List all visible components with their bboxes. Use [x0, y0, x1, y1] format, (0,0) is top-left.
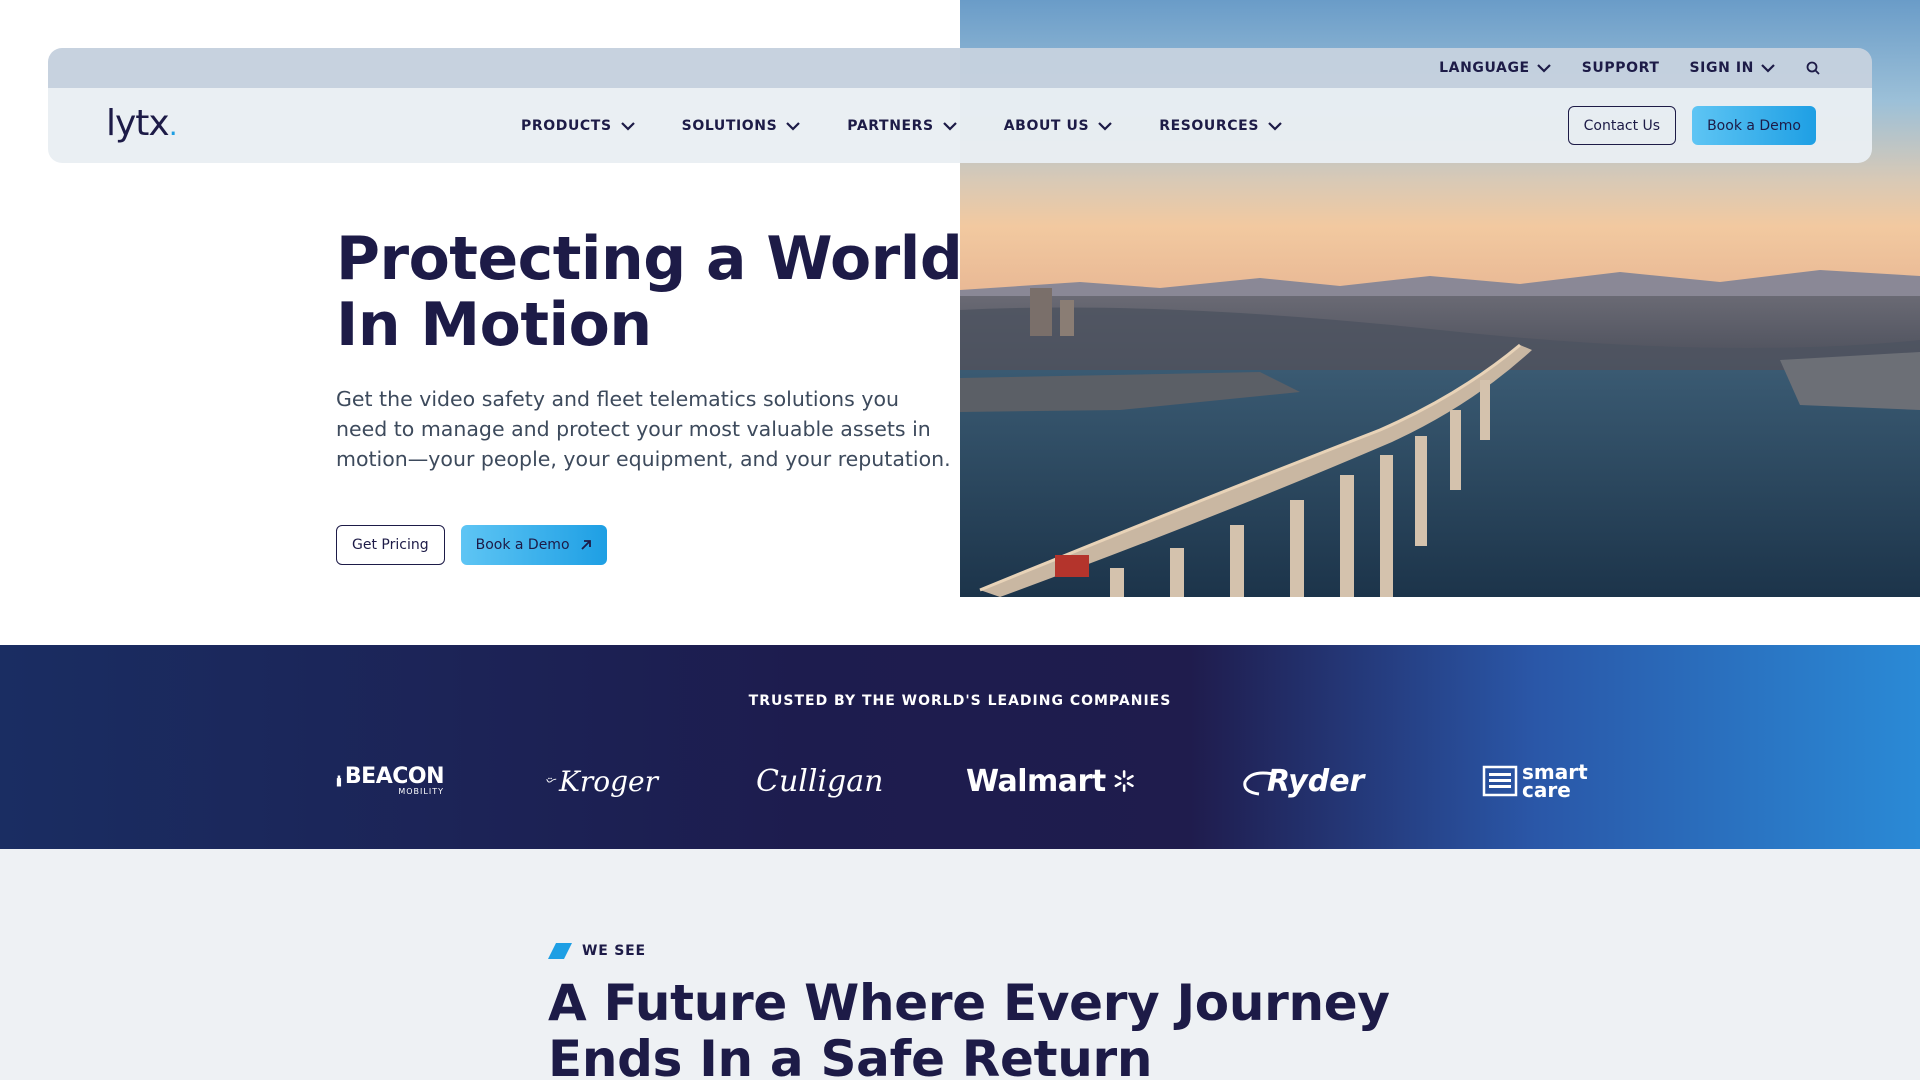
ryder-logo-text: Ryder	[1267, 763, 1365, 799]
sign-in-menu[interactable]: SIGN IN	[1690, 60, 1777, 76]
kroger-logo-text: Kroger	[558, 764, 658, 798]
walmart-spark-icon	[1114, 770, 1134, 792]
contact-us-button[interactable]: Contact Us	[1567, 106, 1677, 145]
mission-section: WE SEE A Future Where Every Journey Ends…	[0, 849, 1920, 1080]
chevron-down-icon	[1536, 64, 1551, 73]
chevron-down-icon	[1098, 121, 1112, 131]
main-nav: lytx. PRODUCTS SOLUTIONS PARTNERS ABOUT …	[48, 88, 1872, 163]
arrow-up-right-icon	[580, 540, 591, 550]
nav-item-about-us[interactable]: ABOUT US	[1004, 118, 1113, 134]
sign-in-label: SIGN IN	[1689, 60, 1754, 76]
search-icon	[1806, 61, 1820, 75]
get-pricing-button[interactable]: Get Pricing	[336, 525, 445, 565]
nav-item-label: RESOURCES	[1159, 117, 1260, 134]
smartcare-mark-icon	[1482, 765, 1518, 797]
smartcare-logo: smart care	[1482, 757, 1592, 805]
mission-title: A Future Where Every Journey Ends In a S…	[548, 974, 1390, 1080]
logo-dot: .	[168, 109, 178, 142]
header-actions: Contact Us Book a Demo	[1567, 106, 1816, 145]
nav-item-label: SOLUTIONS	[681, 117, 778, 134]
mission-eyebrow: WE SEE	[548, 943, 646, 959]
kroger-logo: Kroger	[546, 757, 658, 805]
lytx-logo[interactable]: lytx.	[106, 103, 178, 144]
chevron-down-icon	[1761, 64, 1775, 73]
nav-item-partners[interactable]: PARTNERS	[847, 118, 957, 134]
kroger-mark-icon	[546, 777, 557, 783]
slash-accent-icon	[548, 943, 572, 959]
culligan-logo: Culligan	[756, 757, 883, 805]
language-label: LANGUAGE	[1439, 60, 1530, 76]
trusted-heading: TRUSTED BY THE WORLD'S LEADING COMPANIES	[748, 693, 1172, 709]
nav-item-solutions[interactable]: SOLUTIONS	[682, 118, 802, 134]
support-link[interactable]: SUPPORT	[1582, 60, 1660, 76]
chevron-down-icon	[1268, 121, 1282, 131]
hero-subtitle: Get the video safety and fleet telematic…	[336, 387, 951, 471]
culligan-logo-text: Culligan	[756, 763, 884, 799]
nav-item-resources[interactable]: RESOURCES	[1159, 118, 1283, 134]
hero-actions: Get Pricing Book a Demo	[336, 525, 607, 565]
mission-eyebrow-label: WE SEE	[582, 943, 646, 959]
beacon-mark-icon	[336, 775, 342, 787]
nav-item-products[interactable]: PRODUCTS	[521, 118, 636, 134]
hero-book-demo-label: Book a Demo	[475, 537, 570, 553]
nav-item-label: ABOUT US	[1003, 117, 1090, 134]
beacon-logo-subtext: MOBILITY	[398, 787, 444, 796]
walmart-logo-text: Walmart	[966, 763, 1106, 799]
smartcare-logo-subtext: care	[1522, 778, 1571, 802]
logo-text: lytx	[106, 103, 170, 144]
support-label: SUPPORT	[1581, 60, 1660, 76]
chevron-down-icon	[786, 121, 801, 131]
hero-title: Protecting a World In Motion	[336, 224, 963, 360]
hero-book-demo-button[interactable]: Book a Demo	[460, 525, 607, 565]
site-header: LANGUAGE SUPPORT SIGN IN lytx. PRODUCTS …	[48, 48, 1872, 163]
nav-item-label: PRODUCTS	[521, 117, 612, 134]
language-menu[interactable]: LANGUAGE	[1439, 60, 1552, 76]
utility-bar: LANGUAGE SUPPORT SIGN IN	[48, 48, 1872, 88]
beacon-logo-text: BEACON	[344, 764, 445, 789]
nav-item-label: PARTNERS	[847, 117, 934, 134]
trusted-by-section: TRUSTED BY THE WORLD'S LEADING COMPANIES…	[0, 645, 1920, 849]
primary-nav: PRODUCTS SOLUTIONS PARTNERS ABOUT US RES…	[521, 88, 1283, 163]
customer-logos: BEACON MOBILITY Kroger Culligan Walmart	[336, 757, 1636, 805]
chevron-down-icon	[942, 121, 957, 131]
ryder-logo: Ryder	[1241, 757, 1381, 805]
search-button[interactable]	[1806, 61, 1820, 75]
chevron-down-icon	[620, 121, 635, 131]
get-pricing-label: Get Pricing	[352, 537, 429, 553]
book-demo-button[interactable]: Book a Demo	[1692, 106, 1816, 145]
walmart-logo: Walmart	[966, 757, 1136, 805]
beacon-logo: BEACON MOBILITY	[336, 757, 445, 805]
